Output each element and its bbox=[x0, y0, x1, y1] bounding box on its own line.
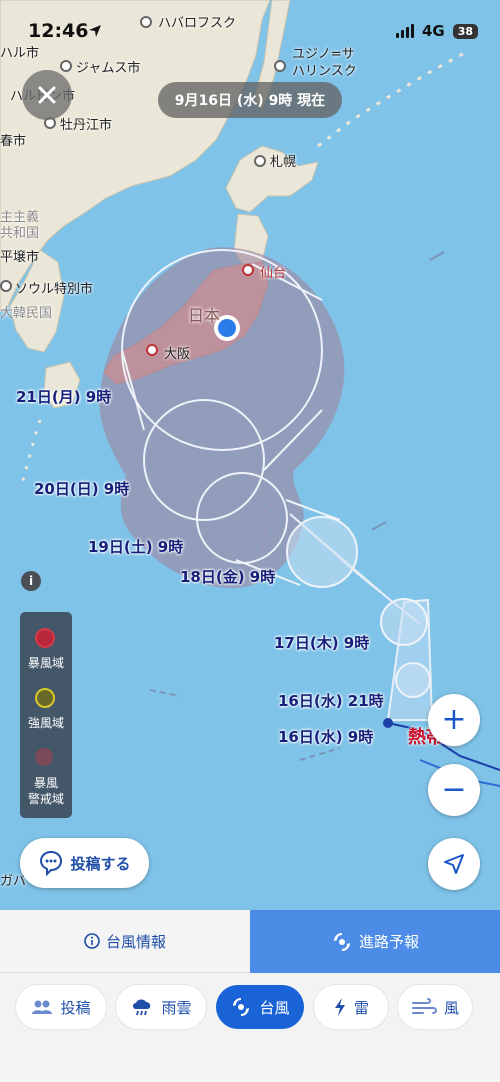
place-sendai: 仙台 bbox=[260, 266, 287, 281]
rain-cloud-icon bbox=[133, 999, 151, 1016]
post-report-button[interactable]: 投稿する bbox=[20, 838, 149, 888]
close-icon bbox=[38, 86, 56, 104]
tab-typhoon-info-label: 台風情報 bbox=[105, 932, 166, 951]
nav-rain-cloud-label: 雨雲 bbox=[161, 998, 192, 1017]
navigation-arrow-icon bbox=[444, 854, 464, 874]
track-label-18: 18日(金) 9時 bbox=[180, 568, 276, 586]
track-label-19: 19日(土) 9時 bbox=[88, 538, 184, 556]
nav-thunder-label: 雷 bbox=[353, 998, 369, 1017]
ryukyu-islands bbox=[20, 419, 42, 485]
tab-forecast-path[interactable]: 進路予報 bbox=[250, 910, 500, 973]
zoom-in-button[interactable]: + bbox=[428, 694, 480, 746]
warning-zone-swatch bbox=[35, 748, 53, 766]
typhoon-tabs: 台風情報 進路予報 bbox=[0, 910, 500, 973]
sea-dash-3 bbox=[371, 521, 387, 531]
place-pyongyang: 平壌市 bbox=[0, 250, 40, 265]
current-time-pill: 9月16日 (水) 9時 現在 bbox=[158, 82, 342, 118]
status-indicators: 4G 38 bbox=[395, 22, 478, 40]
map-canvas bbox=[0, 0, 500, 787]
city-dot-sendai bbox=[242, 264, 254, 276]
nav-typhoon-label: 台風 bbox=[259, 998, 290, 1017]
battery-icon: 38 bbox=[452, 23, 478, 39]
minus-icon: − bbox=[441, 772, 467, 807]
nav-typhoon[interactable]: 台風 bbox=[216, 985, 304, 1029]
place-rok: 大韓民国 bbox=[0, 306, 53, 321]
forecast-circle-16pm bbox=[395, 662, 431, 698]
storm-zone-swatch bbox=[35, 628, 55, 648]
wind-icon bbox=[411, 998, 437, 1014]
people-icon bbox=[32, 1000, 53, 1014]
close-button[interactable] bbox=[22, 70, 72, 120]
signal-icon bbox=[395, 24, 414, 38]
nav-post[interactable]: 投稿 bbox=[16, 985, 106, 1029]
sea-dash-1 bbox=[149, 689, 181, 697]
map-legend: 暴風域 強風域 暴風 警戒域 bbox=[20, 612, 72, 818]
sea-dash-4 bbox=[429, 251, 445, 261]
legend-warning-2: 警戒域 bbox=[27, 792, 64, 806]
post-button-label: 投稿する bbox=[70, 854, 131, 873]
user-location-dot bbox=[218, 319, 236, 337]
nav-thunder[interactable]: 雷 bbox=[314, 985, 388, 1029]
typhoon-icon bbox=[333, 932, 350, 951]
track-label-16am: 16日(水) 9時 bbox=[278, 728, 374, 746]
sea-dash-2 bbox=[299, 747, 341, 761]
place-osaka: 大阪 bbox=[164, 347, 191, 362]
track-label-20: 20日(日) 9時 bbox=[34, 480, 130, 498]
track-label-17: 17日(木) 9時 bbox=[274, 634, 370, 652]
place-mudanjiang: 牡丹江市 bbox=[60, 118, 113, 133]
place-japan: 日本 bbox=[188, 306, 221, 325]
legend-strong-zone: 強風域 bbox=[27, 716, 64, 730]
place-seoul: ソウル特別市 bbox=[15, 282, 94, 297]
bottom-navigation: 投稿 雨雲 台風 雷 風 bbox=[0, 973, 500, 1082]
place-yuzhno-2: ハリンスク bbox=[292, 64, 357, 79]
tab-forecast-path-label: 進路予報 bbox=[358, 933, 419, 951]
city-dot-jiamusi bbox=[60, 60, 72, 72]
track-label-21: 21日(月) 9時 bbox=[16, 388, 112, 406]
city-dot-sapporo bbox=[254, 155, 266, 167]
status-time: 12:46 bbox=[28, 20, 89, 42]
current-position-dot bbox=[383, 718, 393, 728]
place-sapporo: 札幌 bbox=[270, 155, 297, 170]
location-arrow-icon bbox=[89, 25, 101, 37]
city-dot-osaka bbox=[146, 344, 158, 356]
place-dprk-2: 共和国 bbox=[0, 226, 40, 241]
nav-wind[interactable]: 風 bbox=[398, 985, 472, 1029]
typhoon-nav-icon bbox=[233, 998, 250, 1016]
post-pin-icon bbox=[40, 850, 63, 876]
network-label: 4G bbox=[421, 22, 445, 40]
nav-post-label: 投稿 bbox=[60, 998, 91, 1017]
lightning-icon bbox=[334, 998, 345, 1016]
nav-rain-cloud[interactable]: 雨雲 bbox=[116, 985, 206, 1029]
tab-typhoon-info[interactable]: 台風情報 bbox=[0, 910, 250, 973]
place-changchun: 春市 bbox=[0, 134, 27, 149]
forecast-circle-18 bbox=[286, 516, 358, 588]
status-bar: 12:46 4G 38 bbox=[0, 0, 500, 60]
nav-wind-label: 風 bbox=[443, 998, 459, 1017]
typhoon-map[interactable]: ハバロフスク ハル市 ジャムス市 ハルビン市 牡丹江市 春市 ユジノ=サ ハリン… bbox=[0, 0, 500, 910]
info-circle-icon bbox=[84, 933, 100, 949]
legend-warning-1: 暴風 bbox=[33, 776, 58, 790]
plus-icon: + bbox=[441, 702, 467, 737]
forecast-circle-17 bbox=[380, 598, 428, 646]
strong-zone-swatch bbox=[35, 688, 55, 708]
city-dot-yuzhno bbox=[274, 60, 286, 72]
zoom-out-button[interactable]: − bbox=[428, 764, 480, 816]
track-label-16pm: 16日(水) 21時 bbox=[278, 692, 384, 710]
current-location-button[interactable] bbox=[428, 838, 480, 890]
info-icon[interactable]: i bbox=[21, 571, 41, 591]
city-dot-seoul bbox=[0, 280, 12, 292]
legend-storm-zone: 暴風域 bbox=[27, 656, 64, 670]
